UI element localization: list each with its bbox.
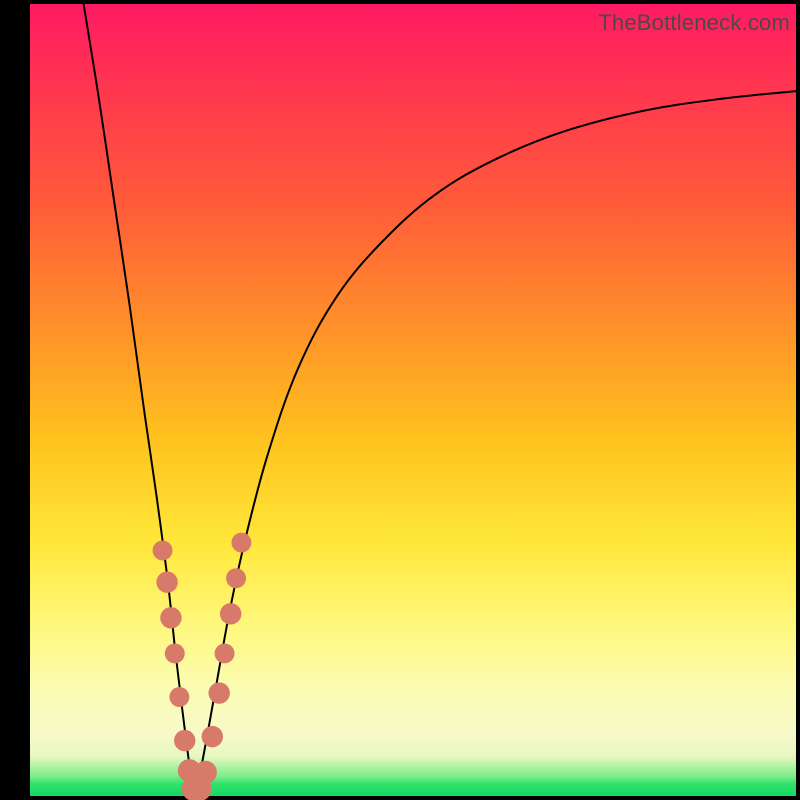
marker-dot <box>215 643 235 663</box>
marker-dot <box>178 759 201 782</box>
marker-dot <box>231 533 251 553</box>
watermark-text: TheBottleneck.com <box>598 10 790 36</box>
plot-area: TheBottleneck.com <box>30 4 796 796</box>
marker-dot <box>153 541 173 561</box>
curve-layer <box>30 4 796 796</box>
bottleneck-curve <box>84 4 796 792</box>
marker-dot <box>202 726 223 747</box>
marker-dot <box>194 761 217 784</box>
marker-dot <box>169 687 189 707</box>
chart-frame: TheBottleneck.com <box>0 0 800 800</box>
marker-dot <box>156 571 177 592</box>
marker-dot <box>187 777 212 800</box>
marker-dot <box>160 607 181 628</box>
marker-dot <box>220 603 241 624</box>
marker-dot <box>174 730 195 751</box>
marker-dot <box>182 777 207 800</box>
markers-group <box>153 533 252 800</box>
marker-dot <box>208 682 229 703</box>
marker-dot <box>165 643 185 663</box>
marker-dot <box>226 568 246 588</box>
